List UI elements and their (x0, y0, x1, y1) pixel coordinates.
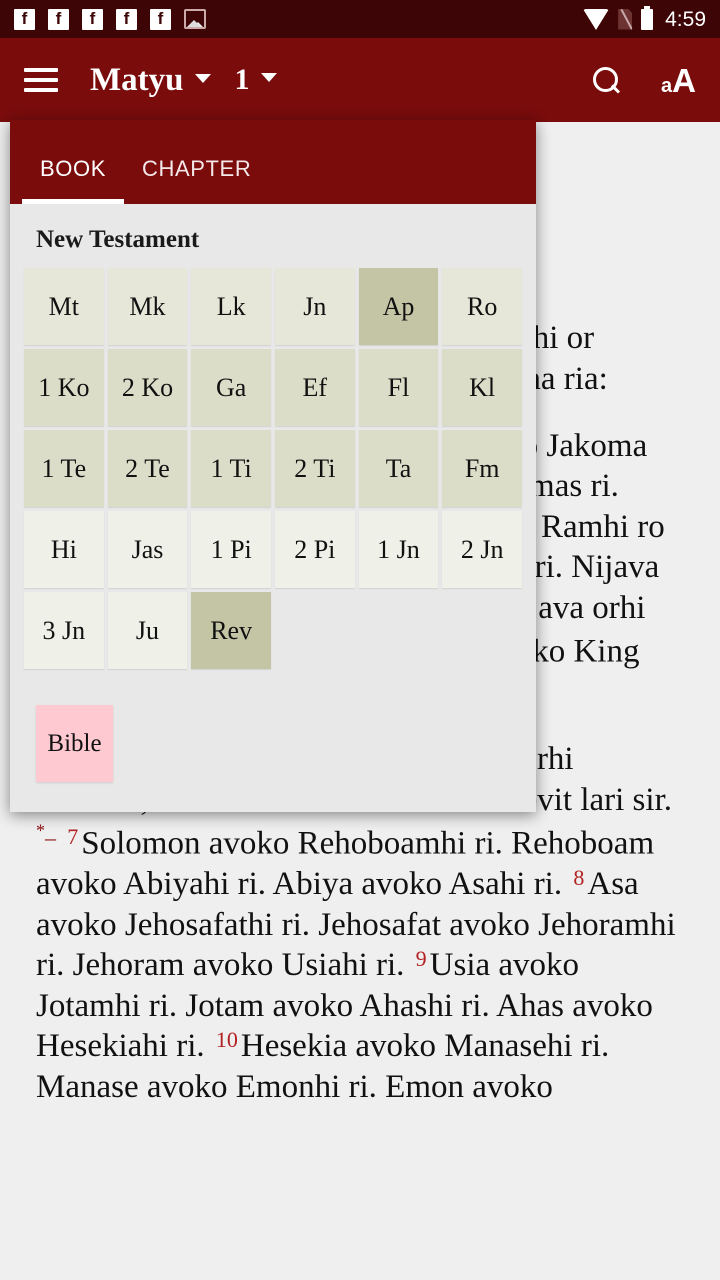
book-cell[interactable]: Ga (191, 349, 271, 426)
tab-book[interactable]: BOOK (22, 156, 124, 204)
book-cell[interactable]: Ta (358, 430, 439, 507)
book-cell[interactable]: Mt (24, 268, 104, 345)
book-cell[interactable]: 1 Ti (191, 430, 271, 507)
book-cell[interactable]: 1 Ko (24, 349, 104, 426)
chapter-selector[interactable]: 1 (235, 63, 277, 97)
book-cell[interactable]: Lk (191, 268, 271, 345)
book-cell[interactable]: 1 Jn (358, 511, 439, 588)
book-cell[interactable]: Jn (274, 268, 355, 345)
app-bar-actions: aA (593, 64, 696, 97)
verse-number: 10 (215, 1027, 238, 1053)
facebook-icon (48, 8, 69, 30)
book-selector[interactable]: Matyu (90, 62, 211, 99)
book-cell[interactable]: Ro (442, 268, 522, 345)
font-size-icon-big-a: A (672, 61, 696, 99)
facebook-icon (116, 8, 137, 30)
book-cell-empty (275, 592, 355, 669)
book-picker-panel: BOOK CHAPTER New Testament Mt Mk Lk Jn Ap Ro 1… (10, 120, 536, 812)
status-bar-system-icons: 4:59 (583, 5, 706, 31)
book-cell[interactable]: 2 Te (107, 430, 188, 507)
hamburger-line (24, 78, 58, 82)
book-cell[interactable]: Rev (191, 592, 271, 669)
testament-section-title: New Testament (36, 226, 200, 253)
search-icon[interactable] (593, 67, 619, 93)
chevron-down-icon (194, 73, 211, 83)
book-cell-empty (359, 592, 439, 669)
verse-number: 8 (573, 864, 585, 890)
app-bar: Matyu 1 aA (0, 38, 720, 122)
facebook-icon (150, 8, 171, 30)
wifi-icon (583, 8, 610, 30)
hamburger-menu-icon[interactable] (24, 68, 58, 92)
facebook-icon (82, 8, 103, 30)
book-cell[interactable]: Mk (107, 268, 188, 345)
book-cell[interactable]: 2 Ti (274, 430, 355, 507)
book-cell[interactable]: Kl (442, 349, 522, 426)
hamburger-line (24, 88, 58, 92)
book-cell[interactable]: Ap (358, 268, 439, 345)
book-cell[interactable]: 2 Jn (442, 511, 522, 588)
status-bar-clock: 4:59 (665, 7, 706, 31)
book-cell[interactable]: Fm (442, 430, 522, 507)
active-tab-indicator (22, 199, 124, 204)
book-cell[interactable]: Jas (107, 511, 188, 588)
chapter-selector-label: 1 (234, 63, 250, 96)
book-selector-label: Matyu (90, 61, 184, 98)
book-cell-empty (442, 592, 522, 669)
facebook-icon (14, 8, 35, 30)
image-icon (184, 9, 206, 29)
tab-chapter[interactable]: CHAPTER (124, 156, 269, 204)
book-cell[interactable]: Ju (107, 592, 188, 669)
book-cell[interactable]: Hi (24, 511, 104, 588)
book-cell[interactable]: Ef (274, 349, 355, 426)
font-size-icon[interactable]: aA (661, 64, 696, 97)
verse-number: 9 (415, 946, 427, 972)
footnote-marker[interactable]: *– (36, 821, 56, 850)
picker-body: New Testament Mt Mk Lk Jn Ap Ro 1 Ko 2 Ko Ga Ef Fl… (10, 204, 536, 782)
bible-button[interactable]: Bible (36, 705, 113, 782)
book-cell[interactable]: 2 Ko (107, 349, 188, 426)
footnote-asterisk: * (36, 821, 45, 842)
hamburger-line (24, 68, 58, 72)
verse-text: Solomon avoko Rehoboamhi ri. Rehoboam av… (36, 825, 655, 902)
sim-card-off-icon (618, 8, 633, 30)
status-bar: 4:59 (0, 0, 720, 38)
picker-tab-bar: BOOK CHAPTER (10, 120, 536, 204)
book-grid: Mt Mk Lk Jn Ap Ro 1 Ko 2 Ko Ga Ef Fl Kl 1 Te 2 Te 1 Ti… (24, 268, 522, 669)
app-root: 4:59 Matyu 1 aA Matyu or Jesi Kristo shi… (0, 0, 720, 1280)
book-cell[interactable]: 1 Pi (191, 511, 271, 588)
book-cell[interactable]: 3 Jn (24, 592, 104, 669)
font-size-icon-small-a: a (661, 74, 673, 97)
verse-number: 7 (67, 824, 79, 850)
book-cell[interactable]: Fl (358, 349, 439, 426)
status-bar-notification-icons (14, 8, 206, 30)
book-cell[interactable]: 1 Te (24, 430, 104, 507)
book-cell[interactable]: 2 Pi (274, 511, 355, 588)
battery-full-icon (641, 5, 654, 30)
chevron-down-icon (260, 73, 277, 82)
